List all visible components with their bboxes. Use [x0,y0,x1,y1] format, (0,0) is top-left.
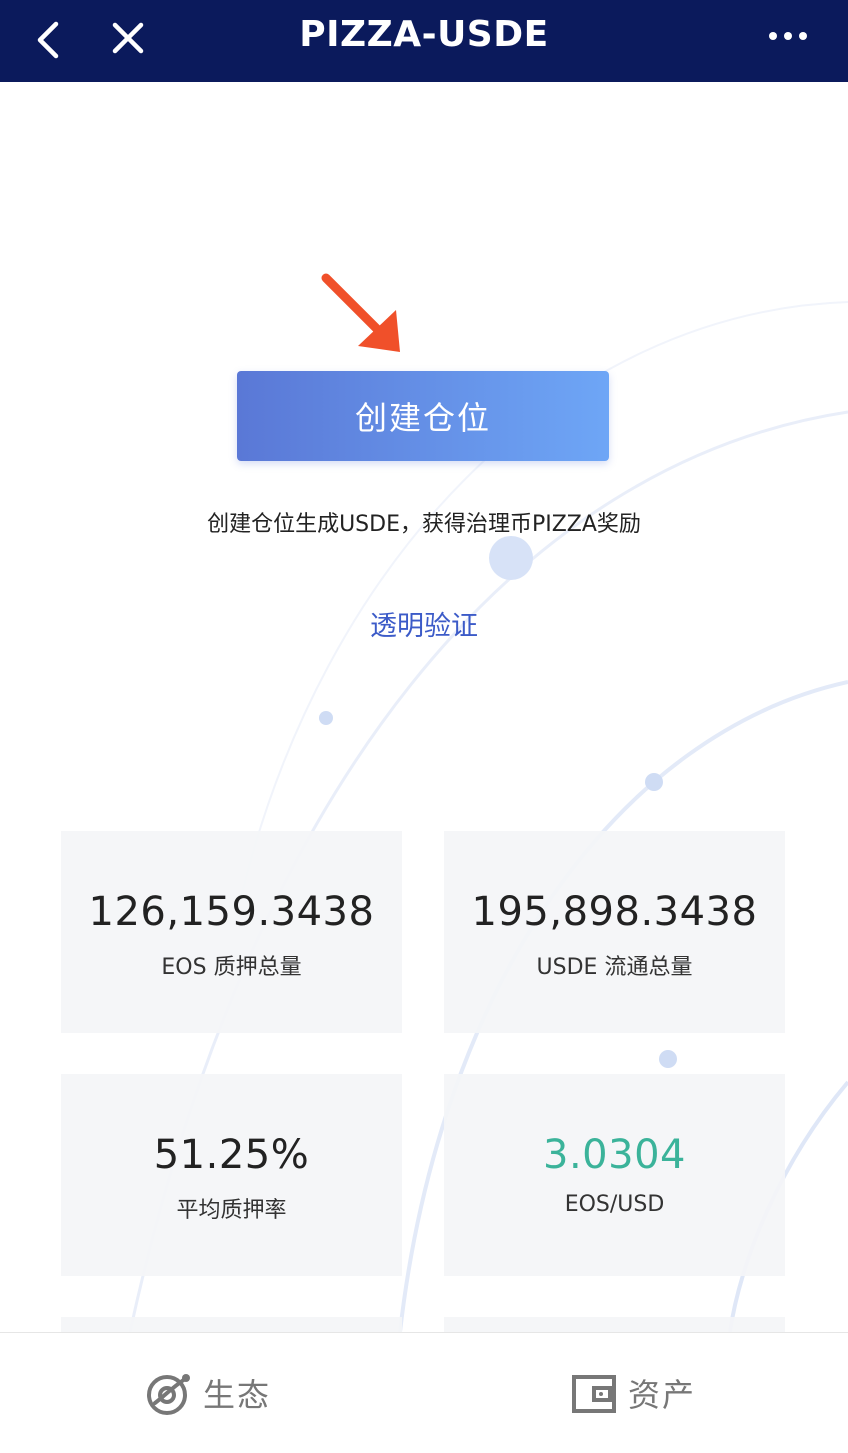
stat-value: 3.0304 [543,1132,686,1178]
stat-label: 平均质押率 [176,1198,287,1223]
wallet-icon [572,1375,616,1413]
stat-card-collateral-ratio: 51.25% 平均质押率 [61,1074,402,1276]
stat-label: EOS 质押总量 [161,955,302,980]
pointer-arrow-icon [321,273,400,352]
tab-assets-label: 资产 [628,1376,697,1414]
tab-assets[interactable]: 资产 [570,1333,696,1453]
stat-label: EOS/USD [564,1192,665,1217]
create-position-button[interactable]: 创建仓位 [237,371,609,461]
tab-ecosystem[interactable]: 生态 [145,1333,271,1453]
stat-value: 126,159.3438 [88,889,375,935]
page-title: PIZZA-USDE [299,14,549,55]
stat-card-eos-price: 3.0304 EOS/USD [444,1074,785,1276]
more-dots-icon[interactable] [768,24,808,48]
ecosystem-planet-icon [147,1374,190,1415]
top-navigation-bar: PIZZA-USDE [0,0,848,82]
stat-label: USDE 流通总量 [536,955,693,980]
bottom-tab-bar: 生态 资产 [0,1332,848,1453]
create-position-hint: 创建仓位生成USDE，获得治理币PIZZA奖励 [207,512,641,537]
transparent-verification-link[interactable]: 透明验证 [0,604,848,643]
tab-ecosystem-label: 生态 [203,1376,272,1414]
stat-value: 195,898.3438 [471,889,758,935]
stat-card-eos-staked: 126,159.3438 EOS 质押总量 [61,831,402,1033]
stat-card-usde-circulating: 195,898.3438 USDE 流通总量 [444,831,785,1033]
stat-value: 51.25% [153,1132,310,1178]
